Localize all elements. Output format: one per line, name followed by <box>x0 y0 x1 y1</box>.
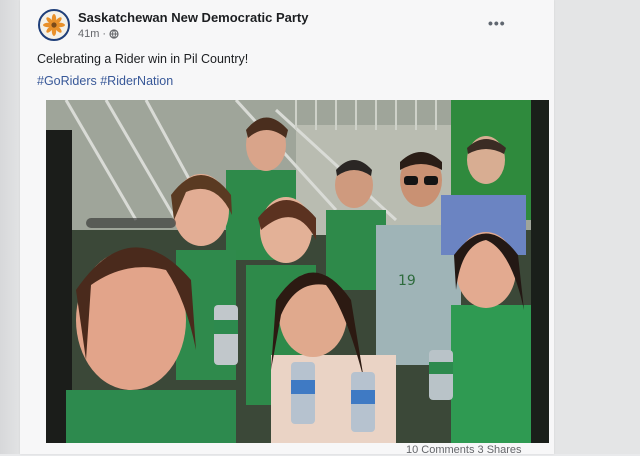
hashtag-link[interactable]: #GoRiders <box>37 74 97 88</box>
engagement-stats[interactable]: 10 Comments 3 Shares <box>406 444 522 456</box>
ndp-logo-icon <box>43 14 65 36</box>
page-avatar[interactable] <box>38 9 70 41</box>
post-photo[interactable]: 19 <box>46 100 549 443</box>
can-held <box>214 305 238 365</box>
more-options-button[interactable]: ••• <box>488 16 506 30</box>
post-text: Celebrating a Rider win in Pil Country! <box>37 52 249 66</box>
separator-dot: · <box>102 28 107 40</box>
post-meta: 41m · <box>78 28 119 40</box>
post-timestamp[interactable]: 41m <box>78 28 99 40</box>
page-name-link[interactable]: Saskatchewan New Democratic Party <box>78 10 309 25</box>
page-right-margin <box>554 0 640 454</box>
group-selfie-image: 19 <box>46 100 549 443</box>
globe-icon <box>109 29 119 39</box>
hashtags: #GoRiders #RiderNation <box>37 74 173 88</box>
hashtag-link[interactable]: #RiderNation <box>100 74 173 88</box>
svg-text:19: 19 <box>398 273 416 289</box>
facebook-post: Saskatchewan New Democratic Party 41m · … <box>20 0 554 456</box>
